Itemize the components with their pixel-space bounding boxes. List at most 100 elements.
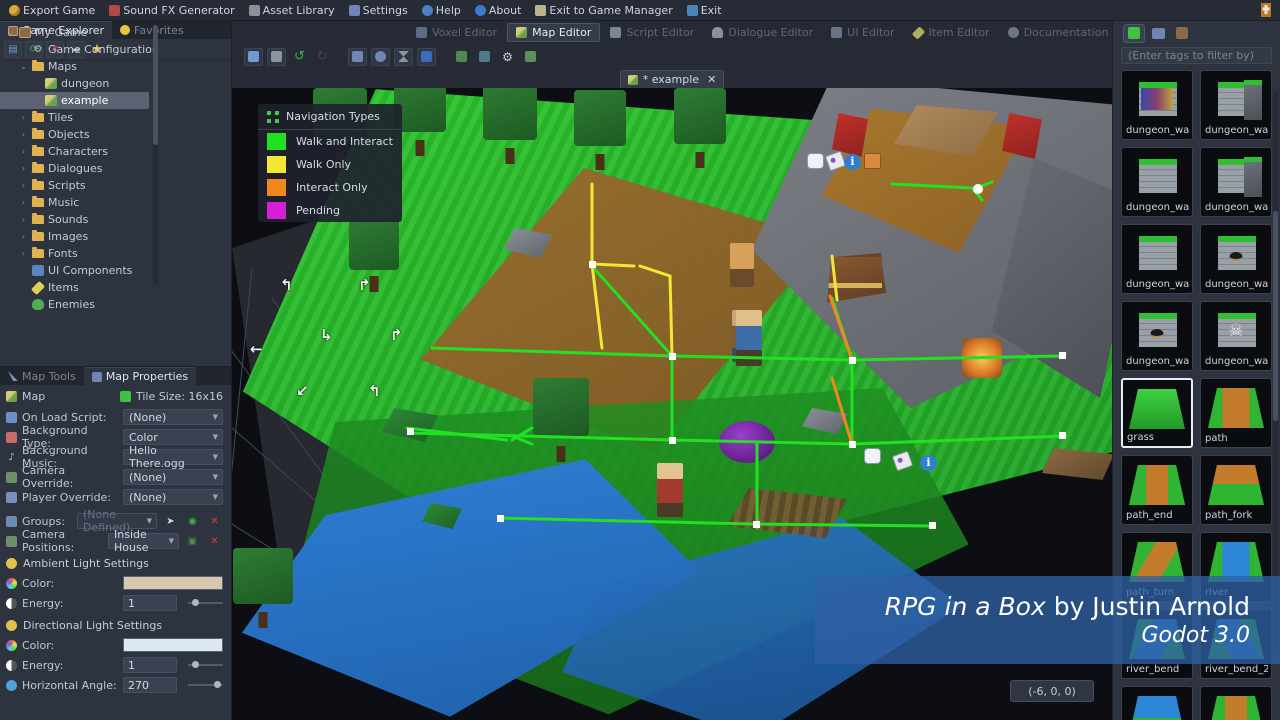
editor-tab-item-editor[interactable]: Item Editor <box>905 23 998 42</box>
palette-tile-path_end[interactable]: path_end <box>1121 455 1193 525</box>
twisty-icon[interactable]: › <box>19 147 28 156</box>
menu-help[interactable]: Help <box>415 1 468 20</box>
tree-item-images[interactable]: › Images <box>0 228 159 245</box>
ambient-color-swatch[interactable] <box>123 576 223 590</box>
twisty-icon[interactable]: › <box>19 215 28 224</box>
directional-color-swatch[interactable] <box>123 638 223 652</box>
palette-tile-path_fork[interactable]: path_fork <box>1200 455 1272 525</box>
twisty-icon[interactable]: › <box>19 232 28 241</box>
directional-energy-input[interactable]: 1 <box>123 657 177 673</box>
groups-visibility-button[interactable]: ◉ <box>184 513 201 529</box>
direction-arrow-icon[interactable]: ↰ <box>280 278 293 293</box>
close-icon[interactable]: ✕ <box>707 73 716 86</box>
palette-tile-dungeon_wall[interactable]: dungeon_wall <box>1200 224 1272 294</box>
palette-tile-dungeon_wall[interactable]: ☠ dungeon_wall <box>1200 301 1272 371</box>
editor-tab-script-editor[interactable]: Script Editor <box>602 23 702 42</box>
ambient-energy-slider[interactable] <box>188 595 223 611</box>
directional-energy-slider[interactable] <box>188 657 223 673</box>
camera-override-select[interactable]: (None) ▼ <box>123 469 223 485</box>
background-music-select[interactable]: Hello There.ogg ▼ <box>123 444 223 470</box>
groups-select-tool-button[interactable]: ➤ <box>162 513 179 529</box>
direction-arrow-icon[interactable]: ↱ <box>390 328 403 343</box>
direction-arrow-icon[interactable]: ↰ <box>368 384 381 399</box>
navigation-toggle-button[interactable] <box>394 47 413 66</box>
redo-button[interactable]: ↻ <box>313 48 332 66</box>
menu-export-game[interactable]: Export Game <box>2 1 102 20</box>
editor-tab-map-editor[interactable]: Map Editor <box>507 23 601 42</box>
new-map-button[interactable] <box>244 47 263 66</box>
tree-item-dialogues[interactable]: › Dialogues <box>0 160 159 177</box>
direction-arrow-icon[interactable]: ← <box>250 342 263 357</box>
tree-item-tiles[interactable]: › Tiles <box>0 109 159 126</box>
map-settings-button[interactable]: ⚙ <box>498 48 517 66</box>
tab-map-properties[interactable]: Map Properties <box>83 367 197 385</box>
ambient-energy-input[interactable]: 1 <box>123 595 177 611</box>
twisty-icon[interactable]: › <box>19 113 28 122</box>
snap-toggle-button[interactable] <box>371 47 390 66</box>
palette-tile-dungeon_wall[interactable]: dungeon_wall <box>1121 147 1193 217</box>
dialogue-marker[interactable] <box>864 448 881 464</box>
twisty-icon[interactable]: ⌄ <box>19 62 28 71</box>
twisty-icon[interactable]: › <box>19 198 28 207</box>
map-preview-button[interactable] <box>521 48 540 66</box>
tree-item-maps[interactable]: ⌄ Maps <box>0 58 159 75</box>
camera-position-add-button[interactable]: ▣ <box>184 533 201 549</box>
tree-item-characters[interactable]: › Characters <box>0 143 159 160</box>
palette-scrollbar[interactable] <box>1273 91 1278 651</box>
paste-map-button[interactable] <box>475 48 494 66</box>
menu-about[interactable]: About <box>468 1 529 20</box>
palette-tile-path[interactable]: path <box>1200 378 1272 448</box>
palette-filter-input[interactable]: (Enter tags to filter by) <box>1121 47 1272 64</box>
palette-tab-objects[interactable] <box>1147 24 1169 43</box>
project-tree[interactable]: ⌄ My Game ⚙ Game Configuration ⌄ Maps dungeon e… <box>0 21 159 313</box>
palette-tile-path_cross[interactable]: path_cross <box>1200 686 1272 720</box>
editor-tab-documentation[interactable]: Documentation <box>1000 23 1117 42</box>
save-map-button[interactable] <box>267 47 286 66</box>
palette-tile-dungeon_wall[interactable]: dungeon_wall <box>1121 70 1193 140</box>
palette-tab-characters[interactable] <box>1171 24 1193 43</box>
menu-exit[interactable]: Exit <box>680 1 729 20</box>
twisty-icon[interactable]: › <box>19 164 28 173</box>
twisty-icon[interactable]: › <box>19 181 28 190</box>
direction-arrow-icon[interactable]: ↳ <box>320 328 333 343</box>
tree-item-scripts[interactable]: › Scripts <box>0 177 159 194</box>
tree-item-dungeon[interactable]: dungeon <box>0 75 159 92</box>
player-override-select[interactable]: (None) ▼ <box>123 489 223 505</box>
on-load-script-select[interactable]: (None) ▼ <box>123 409 223 425</box>
tree-item-music[interactable]: › Music <box>0 194 159 211</box>
editor-tab-voxel-editor[interactable]: Voxel Editor <box>408 23 505 42</box>
tab-map-tools[interactable]: Map Tools <box>0 367 84 385</box>
menu-exit-to-game-manager[interactable]: Exit to Game Manager <box>528 1 679 20</box>
tree-item-sounds[interactable]: › Sounds <box>0 211 159 228</box>
dialogue-marker[interactable] <box>807 153 824 169</box>
grid-toggle-button[interactable] <box>348 47 367 66</box>
editor-tab-dialogue-editor[interactable]: Dialogue Editor <box>704 23 821 42</box>
palette-tab-tiles[interactable] <box>1123 23 1145 43</box>
background-type-select[interactable]: Color ▼ <box>123 429 223 445</box>
info-marker[interactable]: i <box>844 154 861 170</box>
palette-tile-grass[interactable]: grass <box>1121 378 1193 448</box>
twisty-icon[interactable]: › <box>19 130 28 139</box>
tree-item-items[interactable]: Items <box>0 279 159 296</box>
box-marker[interactable] <box>864 153 881 169</box>
camera-positions-select[interactable]: Inside House ▼ <box>108 528 179 554</box>
info-marker[interactable]: i <box>920 455 937 471</box>
palette-tile-dungeon_wall[interactable]: dungeon_wall <box>1121 224 1193 294</box>
editor-tab-ui-editor[interactable]: UI Editor <box>823 23 902 42</box>
palette-tile-dungeon_wall[interactable]: dungeon_wall <box>1121 301 1193 371</box>
palette-tile-river_end[interactable]: river_end <box>1121 686 1193 720</box>
direction-arrow-icon[interactable]: ↱ <box>358 278 371 293</box>
tree-item-game-configuration[interactable]: ⚙ Game Configuration <box>0 41 159 58</box>
palette-tile-dungeon_wall[interactable]: dungeon_wall <box>1200 70 1272 140</box>
twisty-icon[interactable]: › <box>19 249 28 258</box>
groups-select[interactable]: (None Defined) ▼ <box>77 508 157 534</box>
tree-item-enemies[interactable]: Enemies <box>0 296 159 313</box>
groups-delete-button[interactable]: ✕ <box>206 513 223 529</box>
tree-scrollbar[interactable] <box>152 25 158 285</box>
tree-item-example[interactable]: example <box>0 92 149 109</box>
camera-position-delete-button[interactable]: ✕ <box>206 533 223 549</box>
copy-map-button[interactable] <box>452 48 471 66</box>
tree-item-my-game[interactable]: ⌄ My Game <box>0 24 159 41</box>
tree-item-fonts[interactable]: › Fonts <box>0 245 159 262</box>
undo-button[interactable]: ↺ <box>290 48 309 66</box>
